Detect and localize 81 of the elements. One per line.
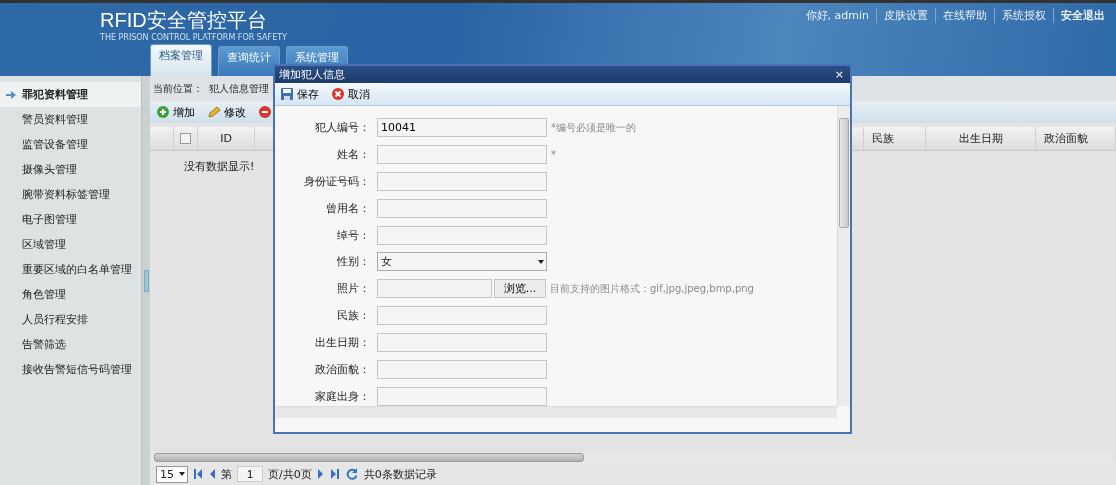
empty-message: 没有数据显示! <box>184 160 255 173</box>
input-field[interactable] <box>377 359 547 379</box>
app-title: RFID安全管控平台 <box>100 8 268 32</box>
input-field[interactable] <box>377 386 547 406</box>
header-link[interactable]: 你好, admin <box>798 8 876 23</box>
field-label: 家庭出身： <box>314 388 370 404</box>
file-field[interactable] <box>377 279 492 299</box>
app-subtitle: THE PRISON CONTROL PLATFORM FOR SAFETY <box>100 33 287 42</box>
browse-button[interactable]: 浏览... <box>494 279 546 299</box>
breadcrumb-label: 当前位置： <box>153 81 203 96</box>
column-header[interactable]: 民族 <box>864 127 926 150</box>
sidebar-item[interactable]: 接收告警短信号码管理 <box>0 357 141 382</box>
field-hint: *编号必须是唯一的 <box>551 120 636 135</box>
previous-page-icon <box>208 468 216 480</box>
close-button[interactable]: × <box>834 68 844 81</box>
collapse-handle[interactable] <box>143 269 149 292</box>
dialog-button[interactable]: 保存 <box>280 86 319 102</box>
vertical-scrollbar[interactable] <box>837 106 850 406</box>
column-header[interactable]: 政治面貌 <box>1036 127 1116 150</box>
field-label: 曾用名： <box>325 200 370 216</box>
sidebar-item[interactable]: 区域管理 <box>0 232 141 257</box>
header-link[interactable]: 系统授权 <box>994 8 1053 23</box>
dialog-horizontal-scrollbar[interactable] <box>275 406 837 418</box>
column-header[interactable]: 出生日期 <box>926 127 1036 150</box>
field-label: 绰号： <box>336 227 370 243</box>
sidebar-item[interactable]: 电子图管理 <box>0 207 141 232</box>
field-hint: 目前支持的图片格式：gif,jpg,jpeg,bmp,png <box>550 281 754 296</box>
field-label: 性别： <box>336 254 370 270</box>
nav-tab[interactable]: 档案管理 <box>150 44 212 76</box>
input-field[interactable] <box>377 172 547 192</box>
page-size-select[interactable]: 15 <box>156 465 188 483</box>
checkbox-icon <box>180 133 191 144</box>
field-label: 照片： <box>336 281 370 297</box>
field-label: 姓名： <box>336 147 370 163</box>
horizontal-scrollbar[interactable] <box>150 452 1112 463</box>
sidebar-item[interactable]: 重要区域的白名单管理 <box>0 257 141 282</box>
header-link[interactable]: 皮肤设置 <box>876 8 935 23</box>
column-header[interactable]: ID <box>198 127 255 150</box>
sidebar-item[interactable]: 摄像头管理 <box>0 157 141 182</box>
first-page-icon <box>193 468 203 480</box>
sidebar-item[interactable]: 罪犯资料管理 <box>0 82 141 107</box>
input-field[interactable] <box>377 332 547 352</box>
toolbar-button[interactable]: 增加 <box>156 104 195 120</box>
next-page-icon <box>316 468 325 480</box>
record-count: 共0条数据记录 <box>363 466 437 482</box>
last-page-icon <box>329 468 340 480</box>
gender-select[interactable]: 女 <box>377 252 547 272</box>
cancel-icon <box>331 87 345 101</box>
header-link[interactable]: 安全退出 <box>1053 8 1112 23</box>
page-total: 页/共0页 <box>268 466 312 482</box>
input-field[interactable]: 10041 <box>377 118 547 138</box>
page-input[interactable]: 1 <box>237 466 263 482</box>
minus-icon <box>258 105 272 119</box>
pencil-icon <box>207 105 221 119</box>
save-icon <box>280 87 294 101</box>
arrow-icon <box>6 90 16 99</box>
field-hint: * <box>551 149 556 161</box>
sidebar-item[interactable]: 人员行程安排 <box>0 307 141 332</box>
toolbar-button[interactable]: 修改 <box>207 104 246 120</box>
sidebar-item[interactable]: 告警筛选 <box>0 332 141 357</box>
field-label: 身份证号码： <box>303 174 370 190</box>
sidebar-item[interactable]: 角色管理 <box>0 282 141 307</box>
dialog-button[interactable]: 取消 <box>331 86 370 102</box>
input-field[interactable] <box>377 306 547 326</box>
field-label: 民族： <box>336 308 370 324</box>
field-label: 出生日期： <box>314 334 370 350</box>
splitter[interactable] <box>141 76 150 485</box>
field-label: 政治面貌： <box>314 361 370 377</box>
sidebar-item[interactable]: 监管设备管理 <box>0 132 141 157</box>
sidebar-item[interactable]: 警员资料管理 <box>0 107 141 132</box>
input-field[interactable] <box>377 145 547 165</box>
header-link[interactable]: 在线帮助 <box>935 8 994 23</box>
breadcrumb-current: 犯人信息管理 <box>209 81 269 96</box>
minus-icon-button[interactable] <box>258 105 272 119</box>
sidebar-item[interactable]: 腕带资料标签管理 <box>0 182 141 207</box>
input-field[interactable] <box>377 225 547 245</box>
page-label: 第 <box>221 466 232 482</box>
refresh-icon <box>344 467 359 481</box>
plus-icon <box>156 105 170 119</box>
input-field[interactable] <box>377 198 547 218</box>
field-label: 犯人编号： <box>314 120 370 136</box>
